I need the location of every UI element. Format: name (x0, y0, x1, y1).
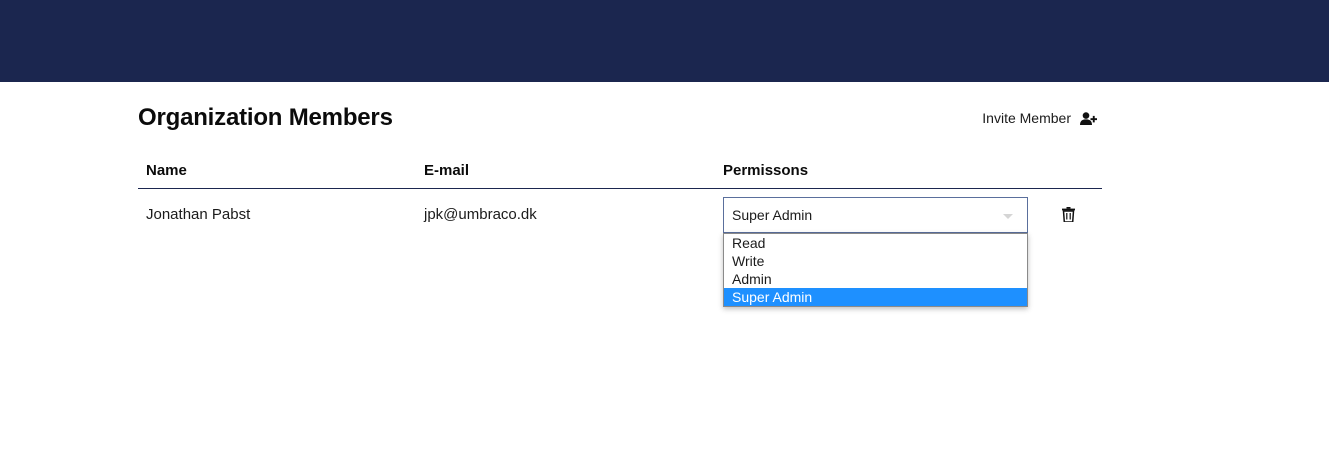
permission-option-super-admin[interactable]: Super Admin (724, 288, 1027, 306)
member-name: Jonathan Pabst (146, 206, 251, 223)
column-header-name: Name (146, 162, 187, 179)
permission-select[interactable]: Super Admin (723, 197, 1028, 233)
invite-member-label: Invite Member (982, 110, 1071, 126)
column-header-permissions: Permissons (723, 162, 809, 179)
table-row: Jonathan Pabst jpk@umbraco.dk Super Admi… (138, 197, 1102, 307)
member-email: jpk@umbraco.dk (424, 206, 537, 223)
trash-icon[interactable] (1062, 207, 1075, 222)
permission-selected-value: Super Admin (732, 207, 813, 223)
page-title: Organization Members (138, 104, 393, 131)
user-plus-icon (1080, 111, 1097, 125)
permission-option-admin[interactable]: Admin (724, 270, 1027, 288)
chevron-down-icon (1003, 214, 1013, 219)
permission-dropdown-list: Read Write Admin Super Admin (723, 233, 1028, 307)
top-header-bar (0, 0, 1329, 82)
permission-option-read[interactable]: Read (724, 234, 1027, 252)
table-header: Name E-mail Permissons (138, 162, 1102, 189)
invite-member-button[interactable]: Invite Member (982, 110, 1097, 126)
permission-option-write[interactable]: Write (724, 252, 1027, 270)
column-header-email: E-mail (424, 162, 470, 179)
